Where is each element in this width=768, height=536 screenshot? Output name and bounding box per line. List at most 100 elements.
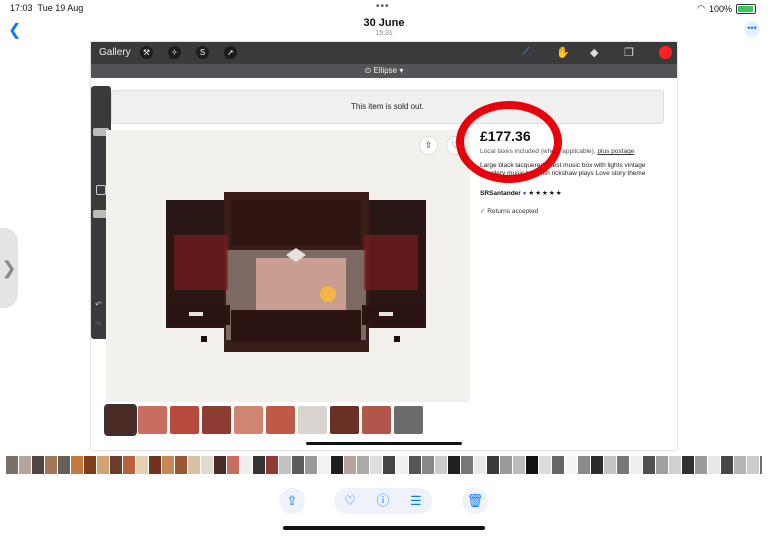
gallery-button[interactable]: Gallery bbox=[99, 47, 131, 58]
filmstrip-thumbnail[interactable] bbox=[175, 456, 187, 474]
multitasking-dots[interactable]: ••• bbox=[376, 1, 390, 12]
photo-thumbnail[interactable] bbox=[330, 406, 359, 434]
filmstrip-thumbnail[interactable] bbox=[240, 456, 252, 474]
inner-home-indicator bbox=[306, 442, 462, 445]
layers-icon[interactable]: ❐ bbox=[624, 46, 634, 59]
filmstrip-thumbnail[interactable] bbox=[32, 456, 44, 474]
photo-thumbnail[interactable] bbox=[362, 406, 391, 434]
filmstrip-thumbnail[interactable] bbox=[227, 456, 239, 474]
filmstrip-thumbnail[interactable] bbox=[461, 456, 473, 474]
share-icon: ⇪ bbox=[286, 493, 298, 508]
filmstrip-thumbnail[interactable] bbox=[357, 456, 369, 474]
filmstrip-thumbnail[interactable] bbox=[58, 456, 70, 474]
filmstrip-thumbnail[interactable] bbox=[526, 456, 538, 474]
filmstrip-thumbnail[interactable] bbox=[487, 456, 499, 474]
filmstrip-thumbnail[interactable] bbox=[708, 456, 720, 474]
photo-thumbnail[interactable] bbox=[202, 406, 231, 434]
wrench-icon[interactable]: ⚒ bbox=[140, 46, 153, 59]
filmstrip-thumbnail[interactable] bbox=[734, 456, 746, 474]
filmstrip-thumbnail[interactable] bbox=[539, 456, 551, 474]
filmstrip-thumbnail[interactable] bbox=[71, 456, 83, 474]
eraser-icon[interactable]: ◆ bbox=[590, 46, 598, 59]
filmstrip-thumbnail[interactable] bbox=[552, 456, 564, 474]
filmstrip-thumbnail[interactable] bbox=[591, 456, 603, 474]
modify-button[interactable] bbox=[96, 185, 106, 195]
filmstrip-thumbnail[interactable] bbox=[162, 456, 174, 474]
filmstrip-thumbnail[interactable] bbox=[84, 456, 96, 474]
filmstrip-thumbnail[interactable] bbox=[604, 456, 616, 474]
filmstrip-thumbnail[interactable] bbox=[19, 456, 31, 474]
undo-icon[interactable]: ↶ bbox=[95, 300, 102, 309]
redo-icon[interactable]: ↷ bbox=[95, 320, 102, 329]
photo-thumbnail[interactable] bbox=[298, 406, 327, 434]
photo-filmstrip[interactable] bbox=[6, 456, 762, 474]
filmstrip-thumbnail[interactable] bbox=[266, 456, 278, 474]
filmstrip-thumbnail[interactable] bbox=[383, 456, 395, 474]
filmstrip-thumbnail[interactable] bbox=[695, 456, 707, 474]
selection-mode-bar[interactable]: ⊙ Ellipse ▾ bbox=[91, 64, 677, 78]
filmstrip-thumbnail[interactable] bbox=[474, 456, 486, 474]
selection-icon[interactable]: S bbox=[196, 46, 209, 59]
delete-button[interactable]: 🗑 bbox=[462, 488, 488, 514]
filmstrip-thumbnail[interactable] bbox=[422, 456, 434, 474]
favourite-heart-icon[interactable]: ♡ bbox=[344, 488, 356, 514]
filmstrip-thumbnail[interactable] bbox=[656, 456, 668, 474]
brush-icon[interactable]: ⟋ bbox=[522, 46, 530, 59]
product-photo[interactable] bbox=[106, 130, 470, 402]
filmstrip-thumbnail[interactable] bbox=[110, 456, 122, 474]
filmstrip-thumbnail[interactable] bbox=[617, 456, 629, 474]
photo-thumbnail[interactable] bbox=[170, 406, 199, 434]
filmstrip-thumbnail[interactable] bbox=[305, 456, 317, 474]
photo-thumbnail[interactable] bbox=[138, 406, 167, 434]
filmstrip-thumbnail[interactable] bbox=[396, 456, 408, 474]
filmstrip-thumbnail[interactable] bbox=[292, 456, 304, 474]
filmstrip-thumbnail[interactable] bbox=[760, 456, 762, 474]
filmstrip-thumbnail[interactable] bbox=[253, 456, 265, 474]
filmstrip-thumbnail[interactable] bbox=[149, 456, 161, 474]
expand-sidebar-handle[interactable]: ❯ bbox=[0, 228, 18, 308]
photo-thumbnail[interactable] bbox=[234, 406, 263, 434]
filmstrip-thumbnail[interactable] bbox=[136, 456, 148, 474]
photo-thumbnail[interactable] bbox=[104, 404, 137, 436]
filmstrip-thumbnail[interactable] bbox=[201, 456, 213, 474]
filmstrip-thumbnail[interactable] bbox=[318, 456, 330, 474]
filmstrip-thumbnail[interactable] bbox=[6, 456, 18, 474]
photo-thumbnail[interactable] bbox=[394, 406, 423, 434]
filmstrip-thumbnail[interactable] bbox=[123, 456, 135, 474]
info-icon[interactable]: ⓘ bbox=[376, 488, 389, 514]
filmstrip-thumbnail[interactable] bbox=[214, 456, 226, 474]
sold-out-banner: This item is sold out. bbox=[111, 90, 664, 124]
transform-arrow-icon[interactable]: ➚ bbox=[224, 46, 237, 59]
color-picker-button[interactable] bbox=[659, 46, 672, 59]
share-button[interactable]: ⇪ bbox=[279, 488, 305, 514]
filmstrip-thumbnail[interactable] bbox=[45, 456, 57, 474]
smudge-icon[interactable]: ✋ bbox=[556, 46, 570, 59]
filmstrip-thumbnail[interactable] bbox=[370, 456, 382, 474]
filmstrip-thumbnail[interactable] bbox=[435, 456, 447, 474]
more-options-button[interactable]: ••• bbox=[744, 21, 760, 37]
filmstrip-thumbnail[interactable] bbox=[513, 456, 525, 474]
filmstrip-thumbnail[interactable] bbox=[578, 456, 590, 474]
filmstrip-thumbnail[interactable] bbox=[747, 456, 759, 474]
filmstrip-thumbnail[interactable] bbox=[97, 456, 109, 474]
filmstrip-thumbnail[interactable] bbox=[500, 456, 512, 474]
filmstrip-thumbnail[interactable] bbox=[643, 456, 655, 474]
filmstrip-thumbnail[interactable] bbox=[682, 456, 694, 474]
filmstrip-thumbnail[interactable] bbox=[344, 456, 356, 474]
magic-wand-icon[interactable]: ✧ bbox=[168, 46, 181, 59]
photo-date-title: 30 June bbox=[363, 17, 405, 29]
filmstrip-thumbnail[interactable] bbox=[669, 456, 681, 474]
filmstrip-thumbnail[interactable] bbox=[630, 456, 642, 474]
share-icon[interactable]: ⇪ bbox=[419, 136, 438, 155]
seller-info[interactable]: SRSantander ● ★★★★★ bbox=[480, 189, 563, 197]
filmstrip-thumbnail[interactable] bbox=[565, 456, 577, 474]
filmstrip-thumbnail[interactable] bbox=[188, 456, 200, 474]
filmstrip-thumbnail[interactable] bbox=[409, 456, 421, 474]
filmstrip-thumbnail[interactable] bbox=[279, 456, 291, 474]
filmstrip-thumbnail[interactable] bbox=[448, 456, 460, 474]
photo-thumbnail[interactable] bbox=[266, 406, 295, 434]
filmstrip-thumbnail[interactable] bbox=[721, 456, 733, 474]
postage-link[interactable]: plus postage bbox=[597, 148, 634, 155]
adjust-sliders-icon[interactable]: ☰ bbox=[410, 488, 422, 514]
filmstrip-thumbnail[interactable] bbox=[331, 456, 343, 474]
